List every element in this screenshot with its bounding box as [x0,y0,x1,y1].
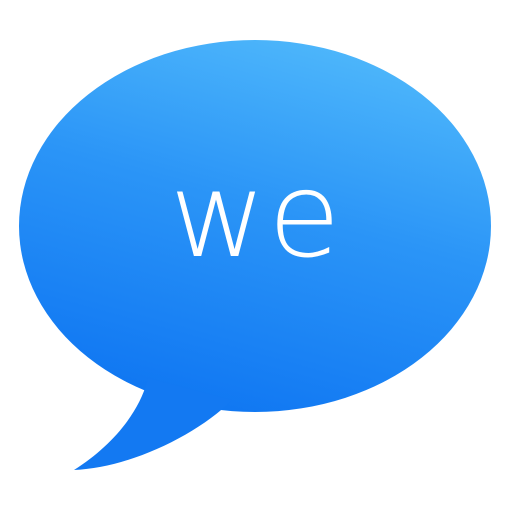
logo-wordmark: we [169,146,343,284]
app-icon: we [0,0,512,512]
